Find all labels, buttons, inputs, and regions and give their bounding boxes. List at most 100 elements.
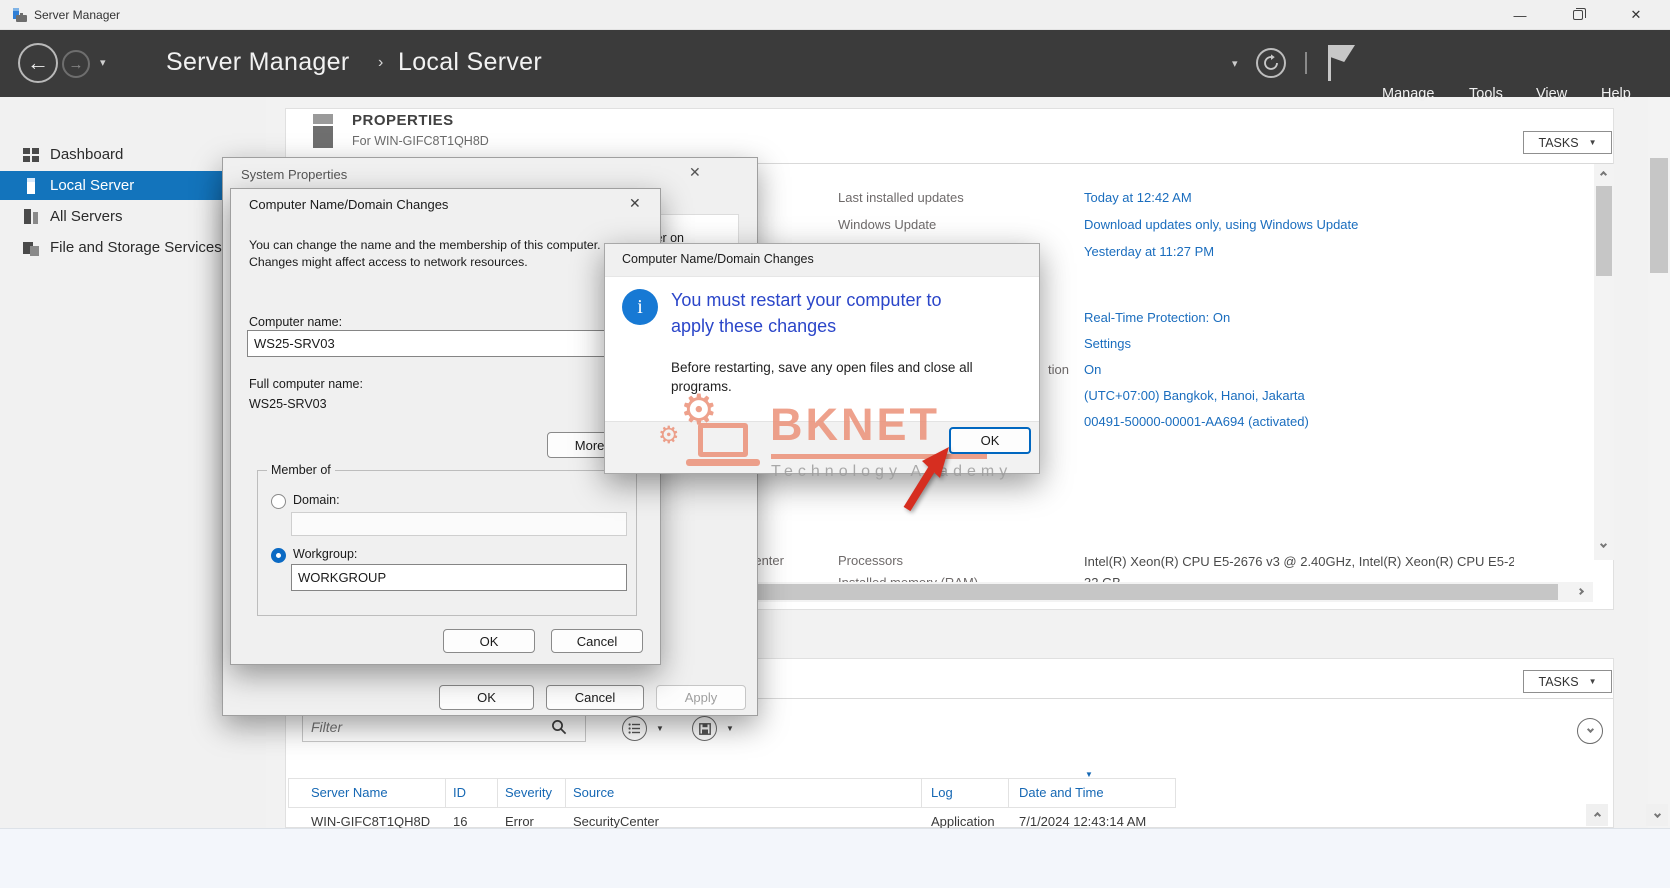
breadcrumb-root[interactable]: Server Manager (166, 48, 349, 77)
column-separator (445, 779, 446, 807)
maximize-button[interactable] (1555, 0, 1601, 30)
minimize-button[interactable]: — (1497, 0, 1543, 30)
column-header-id[interactable]: ID (453, 785, 466, 800)
column-separator (497, 779, 498, 807)
property-label: Windows Update (838, 217, 937, 232)
member-of-groupbox (257, 470, 637, 616)
close-icon[interactable]: ✕ (629, 195, 641, 212)
maximize-icon (1573, 8, 1586, 20)
refresh-button[interactable] (1256, 48, 1286, 78)
full-name-label: Full computer name: (249, 377, 363, 391)
chevron-up-icon (1593, 811, 1601, 819)
computer-name-dialog-title: Computer Name/Domain Changes (249, 197, 449, 212)
filter-list-dropdown-icon[interactable]: ▼ (656, 724, 664, 733)
property-value-link[interactable]: On (1084, 362, 1101, 377)
sidebar-item-label: Dashboard (50, 146, 124, 163)
workgroup-radio[interactable] (271, 548, 286, 563)
toolbar-dropdown-caret-icon[interactable]: ▾ (1232, 57, 1238, 70)
menu-view[interactable]: View (1536, 86, 1567, 102)
restart-body: Before restarting, save any open files a… (671, 360, 973, 394)
menu-tools[interactable]: Tools (1469, 86, 1503, 102)
property-value-link[interactable]: Real-Time Protection: On (1084, 310, 1230, 325)
events-scroll-up-button[interactable] (1586, 804, 1608, 826)
close-button[interactable]: ✕ (1613, 0, 1659, 30)
minimize-icon: — (1513, 7, 1527, 23)
menu-help[interactable]: Help (1601, 86, 1631, 102)
events-tasks-button[interactable]: TASKS ▼ (1523, 670, 1612, 693)
dialog-description: You can change the name and the membersh… (249, 238, 601, 269)
property-value: Intel(R) Xeon(R) CPU E5-2676 v3 @ 2.40GH… (1084, 554, 1514, 569)
cell-severity: Error (505, 814, 534, 829)
column-header-source[interactable]: Source (573, 785, 614, 800)
tasks-label: TASKS (1538, 674, 1579, 689)
events-collapse-button[interactable] (1577, 718, 1603, 744)
computer-name-input[interactable] (247, 330, 629, 357)
nav-dropdown-caret-icon[interactable]: ▾ (100, 56, 106, 69)
column-header-log[interactable]: Log (931, 785, 953, 800)
column-header-server-name[interactable]: Server Name (311, 785, 388, 800)
dashboard-icon (23, 147, 39, 162)
column-separator (565, 779, 566, 807)
refresh-icon (1264, 54, 1278, 70)
properties-pane-title: PROPERTIES (352, 112, 454, 129)
cn-cancel-button[interactable]: Cancel (551, 629, 643, 653)
events-filter-input[interactable] (311, 719, 551, 735)
cn-ok-button[interactable]: OK (443, 629, 535, 653)
chevron-down-icon (1586, 725, 1594, 734)
property-value-link[interactable]: Settings (1084, 336, 1131, 351)
sp-cancel-button[interactable]: Cancel (546, 685, 644, 710)
property-value-link[interactable]: Download updates only, using Windows Upd… (1084, 217, 1358, 232)
domain-input[interactable] (291, 512, 627, 536)
breadcrumb-current: Local Server (398, 48, 542, 76)
system-properties-title: System Properties (241, 167, 348, 182)
cell-server-name: WIN-GIFC8T1QH8D (311, 814, 431, 829)
cell-id: 16 (453, 814, 468, 829)
workgroup-input[interactable] (291, 564, 627, 591)
restart-heading: You must restart your computer to apply … (671, 290, 942, 336)
forward-button[interactable]: → (62, 50, 90, 78)
sp-ok-button[interactable]: OK (439, 685, 534, 710)
column-separator (921, 779, 922, 807)
property-value-link[interactable]: (UTC+07:00) Bangkok, Hanoi, Jakarta (1084, 388, 1305, 403)
back-arrow-icon: ← (27, 50, 49, 75)
app-header: ← → ▾ Server Manager › Local Server ▾ Ma… (0, 30, 1670, 102)
local-server-icon (27, 177, 35, 194)
sort-desc-icon[interactable]: ▼ (1085, 770, 1093, 779)
computer-name-dialog: Computer Name/Domain Changes ✕ You can c… (230, 188, 661, 665)
column-separator (1008, 779, 1009, 807)
cell-date-time: 7/1/2024 12:43:14 AM (1019, 814, 1147, 829)
property-value-link[interactable]: Yesterday at 11:27 PM (1084, 244, 1214, 259)
domain-radio[interactable] (271, 494, 286, 509)
column-header-severity[interactable]: Severity (505, 785, 552, 800)
back-button[interactable]: ← (18, 43, 58, 83)
properties-pane-icon (313, 114, 333, 148)
sidebar-item-label: File and Storage Services (50, 239, 222, 256)
forward-arrow-icon: → (68, 55, 84, 73)
taskbar: 4:30 PM 7/1/2024 (0, 828, 1670, 888)
filter-save-dropdown-icon[interactable]: ▼ (726, 724, 734, 733)
properties-scrollbar-thumb[interactable] (1596, 186, 1612, 276)
clipped-label-fragment: tion (1048, 362, 1069, 377)
properties-tasks-button[interactable]: TASKS ▼ (1523, 131, 1612, 154)
close-icon[interactable]: ✕ (689, 164, 701, 181)
menu-manage[interactable]: Manage (1382, 86, 1434, 102)
all-servers-icon (24, 208, 38, 224)
server-manager-window: Server Manager — ✕ ← → ▾ Server Manager … (0, 0, 1670, 888)
window-titlebar: Server Manager — ✕ (0, 0, 1670, 30)
sp-apply-button[interactable]: Apply (656, 685, 746, 710)
restart-ok-button[interactable]: OK (949, 427, 1031, 454)
property-value-link[interactable]: 00491-50000-00001-AA694 (activated) (1084, 414, 1309, 429)
filter-list-button[interactable] (622, 716, 647, 741)
restart-dialog-titlebar: Computer Name/Domain Changes (605, 244, 1039, 277)
domain-label: Domain: (293, 493, 340, 507)
window-scroll-down-button[interactable] (1646, 804, 1668, 826)
property-value-link[interactable]: Today at 12:42 AM (1084, 190, 1192, 205)
window-scrollbar-thumb[interactable] (1650, 158, 1668, 273)
tasks-dropdown-icon: ▼ (1588, 677, 1597, 686)
filter-save-button[interactable] (692, 716, 717, 741)
column-header-date-time[interactable]: Date and Time (1019, 785, 1104, 800)
info-glyph: i (637, 295, 643, 318)
cell-source: SecurityCenter (573, 814, 659, 829)
properties-pane-subtitle: For WIN-GIFC8T1QH8D (352, 134, 489, 148)
server-manager-app-icon (13, 8, 27, 22)
